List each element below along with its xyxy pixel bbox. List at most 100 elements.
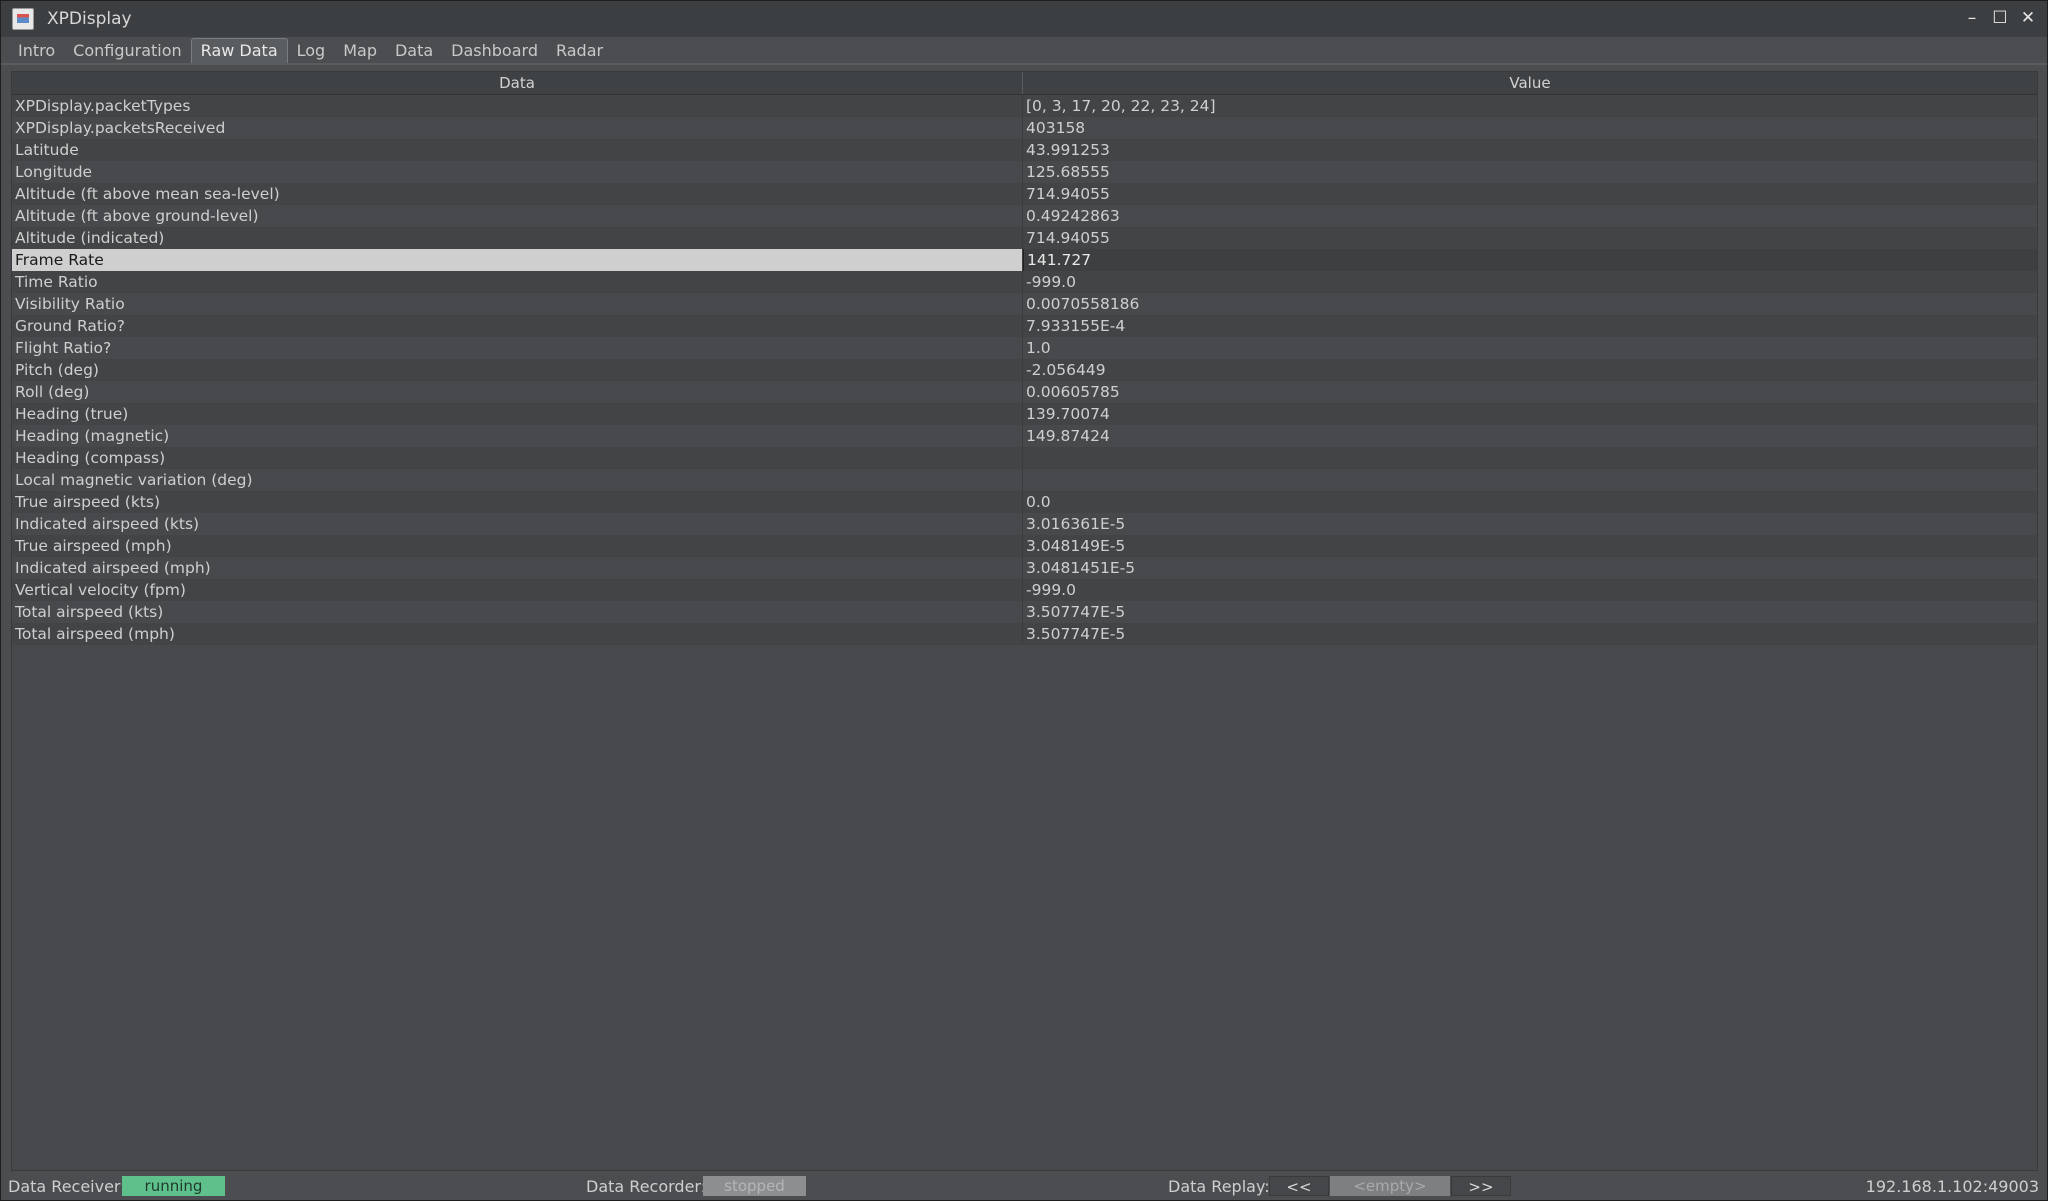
tab-log[interactable]: Log <box>288 39 335 63</box>
cell-value: -2.056449 <box>1026 361 1106 379</box>
table-row[interactable]: Visibility Ratio 0.0070558186 <box>12 293 2037 315</box>
table-row[interactable]: Ground Ratio? 7.933155E-4 <box>12 315 2037 337</box>
table-row[interactable]: Roll (deg) 0.00605785 <box>12 381 2037 403</box>
cell-data-name: Local magnetic variation (deg) <box>12 469 1023 491</box>
cell-data-name: Heading (true) <box>12 403 1023 425</box>
cell-value: 0.0 <box>1026 493 1051 511</box>
table-row[interactable]: Time Ratio -999.0 <box>12 271 2037 293</box>
tab-data[interactable]: Data <box>386 39 442 63</box>
cell-data-name: Altitude (ft above ground-level) <box>12 205 1023 227</box>
table-row[interactable]: Pitch (deg) -2.056449 <box>12 359 2037 381</box>
cell-data-name: XPDisplay.packetTypes <box>12 95 1023 117</box>
cell-data-name: Altitude (indicated) <box>12 227 1023 249</box>
cell-value: 139.70074 <box>1026 405 1110 423</box>
cell-value: 43.991253 <box>1026 141 1110 159</box>
table-row[interactable]: Indicated airspeed (kts) 3.016361E-5 <box>12 513 2037 535</box>
app-window: XPDisplay – ☐ ✕ Intro Configuration Raw Da… <box>0 0 2048 1201</box>
cell-value: 1.0 <box>1026 339 1051 357</box>
cell-data-name: Heading (magnetic) <box>12 425 1023 447</box>
table-row[interactable]: Heading (true) 139.70074 <box>12 403 2037 425</box>
table-row[interactable]: Local magnetic variation (deg) <box>12 469 2037 491</box>
table-row[interactable]: Total airspeed (mph) 3.507747E-5 <box>12 623 2037 645</box>
cell-value <box>1023 469 2037 491</box>
data-replay-label: Data Replay: <box>1168 1177 1270 1196</box>
replay-prev-button[interactable]: << <box>1269 1176 1329 1196</box>
replay-file-field: <empty> <box>1330 1176 1450 1196</box>
replay-next-button[interactable]: >> <box>1451 1176 1511 1196</box>
table-row[interactable]: Heading (compass) <box>12 447 2037 469</box>
table-row[interactable]: Total airspeed (kts) 3.507747E-5 <box>12 601 2037 623</box>
table-row[interactable]: XPDisplay.packetTypes [0, 3, 17, 20, 22, … <box>12 95 2037 117</box>
cell-data-name: Flight Ratio? <box>12 337 1023 359</box>
cell-data-name: Vertical velocity (fpm) <box>12 579 1023 601</box>
tab-raw-data[interactable]: Raw Data <box>190 38 288 63</box>
cell-value: 125.68555 <box>1026 163 1110 181</box>
java-app-icon <box>12 8 34 30</box>
cell-data-name: Indicated airspeed (kts) <box>12 513 1023 535</box>
table-row[interactable]: Frame Rate 141.727 <box>12 249 2037 271</box>
cell-value: 714.94055 <box>1026 185 1110 203</box>
table-row[interactable]: XPDisplay.packetsReceived 403158 <box>12 117 2037 139</box>
minimize-icon[interactable]: – <box>1963 7 1981 29</box>
cell-value: -999.0 <box>1026 581 1076 599</box>
table-row[interactable]: Altitude (ft above mean sea-level) 714.94… <box>12 183 2037 205</box>
cell-data-name: Frame Rate <box>12 249 1023 271</box>
raw-data-table: Data Value XPDisplay.packetTypes [0, 3, 1… <box>11 71 2038 1171</box>
close-icon[interactable]: ✕ <box>2019 7 2037 29</box>
cell-value: 3.016361E-5 <box>1026 515 1126 533</box>
table-row[interactable]: Altitude (indicated) 714.94055 <box>12 227 2037 249</box>
table-row[interactable]: Latitude 43.991253 <box>12 139 2037 161</box>
cell-value: 141.727 <box>1023 249 2037 271</box>
column-header-data[interactable]: Data <box>12 72 1023 94</box>
cell-value: 3.507747E-5 <box>1026 603 1126 621</box>
cell-value: 7.933155E-4 <box>1026 317 1126 335</box>
cell-data-name: True airspeed (kts) <box>12 491 1023 513</box>
data-receiver-status: running <box>122 1176 225 1196</box>
table-row[interactable]: Heading (magnetic) 149.87424 <box>12 425 2037 447</box>
cell-value: 0.0070558186 <box>1026 295 1140 313</box>
window-title: XPDisplay <box>47 9 132 29</box>
table-row[interactable]: True airspeed (mph) 3.048149E-5 <box>12 535 2037 557</box>
table-row[interactable]: Altitude (ft above ground-level) 0.492428… <box>12 205 2037 227</box>
tab-bar: Intro Configuration Raw Data Log Map Data Dash… <box>1 38 2047 63</box>
data-receiver-label: Data Receiver: <box>8 1177 126 1196</box>
tab-configuration[interactable]: Configuration <box>64 39 191 63</box>
table-row[interactable]: Vertical velocity (fpm) -999.0 <box>12 579 2037 601</box>
cell-data-name: Time Ratio <box>12 271 1023 293</box>
table-row[interactable]: Indicated airspeed (mph) 3.0481451E-5 <box>12 557 2037 579</box>
cell-data-name: Total airspeed (mph) <box>12 623 1023 645</box>
cell-data-name: Pitch (deg) <box>12 359 1023 381</box>
cell-value: 0.49242863 <box>1026 207 1120 225</box>
table-row[interactable]: True airspeed (kts) 0.0 <box>12 491 2037 513</box>
title-bar[interactable]: XPDisplay – ☐ ✕ <box>1 1 2047 37</box>
cell-data-name: Altitude (ft above mean sea-level) <box>12 183 1023 205</box>
tab-dashboard[interactable]: Dashboard <box>442 39 547 63</box>
cell-data-name: True airspeed (mph) <box>12 535 1023 557</box>
data-recorder-label: Data Recorder: <box>586 1177 707 1196</box>
cell-data-name: Latitude <box>12 139 1023 161</box>
window-controls: – ☐ ✕ <box>1963 7 2037 29</box>
maximize-icon[interactable]: ☐ <box>1991 7 2009 29</box>
cell-data-name: Longitude <box>12 161 1023 183</box>
tab-map[interactable]: Map <box>334 39 386 63</box>
cell-value: 149.87424 <box>1026 427 1110 445</box>
tab-intro[interactable]: Intro <box>9 39 64 63</box>
data-recorder-status: stopped <box>703 1176 806 1196</box>
table-body: XPDisplay.packetTypes [0, 3, 17, 20, 22, … <box>12 95 2037 645</box>
cell-value: 3.0481451E-5 <box>1026 559 1136 577</box>
table-row[interactable]: Longitude 125.68555 <box>12 161 2037 183</box>
cell-data-name: Visibility Ratio <box>12 293 1023 315</box>
tab-radar[interactable]: Radar <box>547 39 612 63</box>
cell-value: -999.0 <box>1026 273 1076 291</box>
cell-value: 0.00605785 <box>1026 383 1120 401</box>
table-row[interactable]: Flight Ratio? 1.0 <box>12 337 2037 359</box>
table-header: Data Value <box>12 72 2037 95</box>
cell-data-name: Roll (deg) <box>12 381 1023 403</box>
column-header-value[interactable]: Value <box>1023 72 2037 94</box>
cell-value <box>1023 447 2037 469</box>
cell-value: 403158 <box>1026 119 1086 137</box>
cell-value: 3.507747E-5 <box>1026 625 1126 643</box>
cell-data-name: Indicated airspeed (mph) <box>12 557 1023 579</box>
cell-data-name: Ground Ratio? <box>12 315 1023 337</box>
cell-data-name: Total airspeed (kts) <box>12 601 1023 623</box>
